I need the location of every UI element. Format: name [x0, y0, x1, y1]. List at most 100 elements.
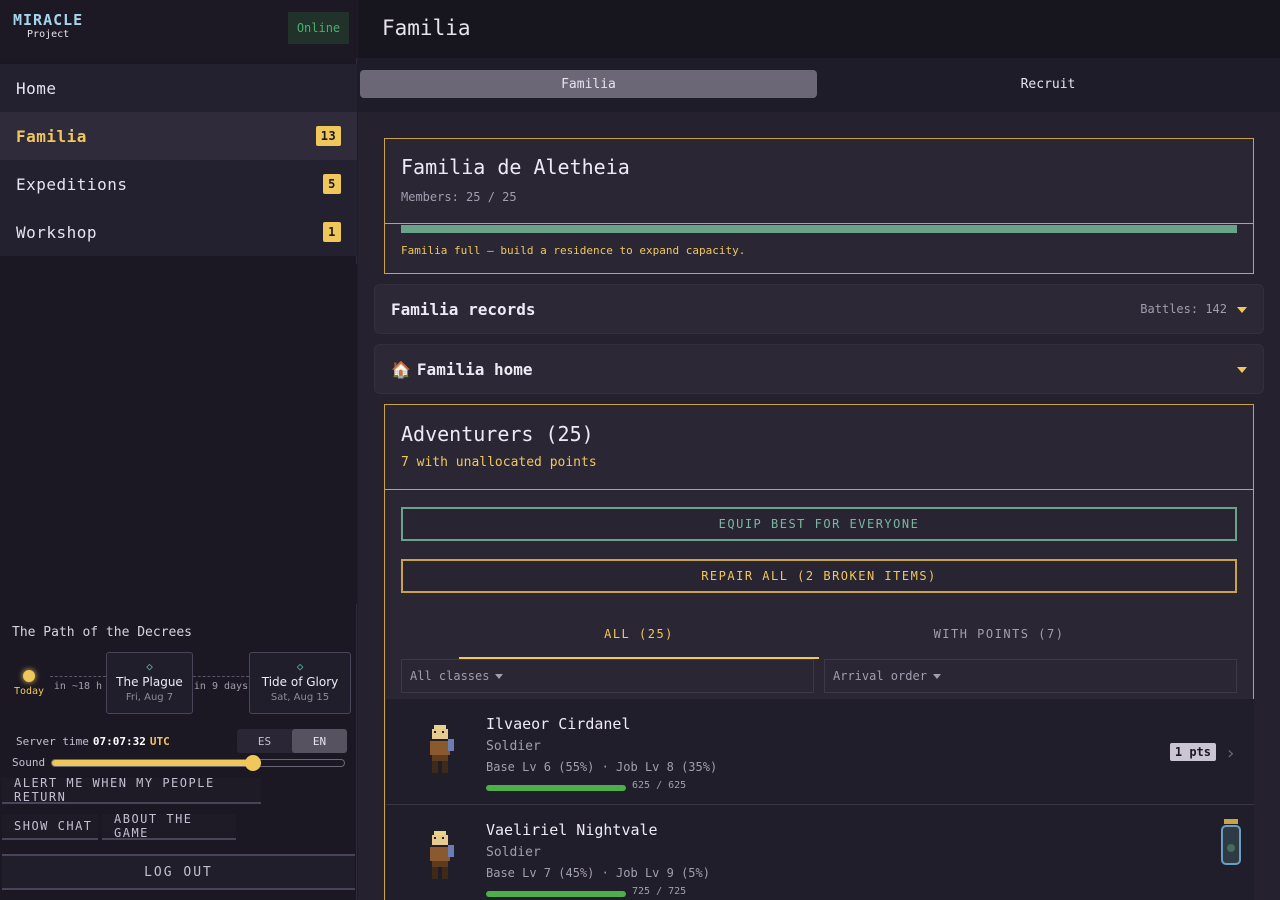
- event-date: Fri, Aug 7: [125, 692, 174, 703]
- sound-slider[interactable]: [51, 755, 345, 771]
- tab-recruit[interactable]: Recruit: [818, 70, 1278, 98]
- nav-item-label: Workshop: [16, 222, 98, 242]
- adventurer-levels: Base Lv 7 (45%) · Job Lv 9 (5%): [486, 866, 710, 880]
- adventurer-class: Soldier: [486, 739, 541, 754]
- adventurer-hp-bar: [486, 785, 626, 791]
- lang-en-button[interactable]: EN: [292, 729, 347, 753]
- logout-button[interactable]: LOG OUT: [2, 854, 355, 890]
- timeline-gap-label: in 9 days: [193, 676, 249, 692]
- nav-item-expeditions[interactable]: Expeditions 5: [0, 160, 357, 208]
- adventurer-filter-tabs: ALL (25) WITH POINTS (7): [401, 619, 1237, 659]
- main-nav: Home Familia 13 Expeditions 5 Workshop 1: [0, 64, 357, 256]
- capacity-note: Familia full — build a residence to expa…: [401, 244, 746, 257]
- familia-summary-panel: Familia de Aletheia Members: 25 / 25 Fam…: [384, 138, 1254, 274]
- potion-jar-icon: [1221, 819, 1241, 865]
- event-date: Sat, Aug 15: [270, 692, 330, 703]
- familia-name: Familia de Aletheia: [401, 155, 630, 179]
- server-time-value: 07:07:32: [92, 735, 146, 748]
- adventurers-subtitle: 7 with unallocated points: [401, 455, 597, 470]
- class-filter-value: All classes: [410, 669, 490, 683]
- house-icon: 🏠: [391, 360, 411, 379]
- tab-all-adventurers[interactable]: ALL (25): [459, 619, 819, 659]
- brand-header: MIRACLE Project Online: [0, 0, 357, 58]
- nav-count-badge: 13: [316, 126, 341, 146]
- adventurer-row[interactable]: Ilvaeor Cirdanel Soldier Base Lv 6 (55%)…: [386, 699, 1254, 804]
- adventurer-class: Soldier: [486, 845, 541, 860]
- equip-best-button[interactable]: EQUIP BEST FOR EVERYONE: [401, 507, 1237, 541]
- soldier-sprite-icon: [430, 831, 454, 879]
- nav-count-badge: 1: [323, 222, 341, 242]
- adventurers-panel: Adventurers (25) 7 with unallocated poin…: [384, 404, 1254, 900]
- sound-slider-fill: [52, 760, 253, 766]
- caret-down-icon: [932, 673, 941, 679]
- sound-slider-knob[interactable]: [245, 755, 261, 771]
- familia-home-accordion[interactable]: 🏠 Familia home: [374, 344, 1264, 394]
- class-filter-select[interactable]: All classes: [401, 659, 814, 693]
- soldier-sprite-icon: [430, 725, 454, 773]
- records-title: Familia records: [391, 300, 536, 319]
- nav-item-label: Expeditions: [16, 174, 128, 194]
- adventurer-name: Vaeliriel Nightvale: [486, 821, 658, 839]
- nav-count-badge: 5: [323, 174, 341, 194]
- capacity-bar: [401, 225, 1237, 233]
- timeline-event-tide[interactable]: ◇ Tide of Glory Sat, Aug 15: [249, 652, 351, 714]
- lang-es-button[interactable]: ES: [237, 729, 292, 753]
- caret-down-icon: [1237, 307, 1247, 313]
- nav-item-workshop[interactable]: Workshop 1: [0, 208, 357, 256]
- nav-item-label: Home: [16, 78, 57, 98]
- nav-item-home[interactable]: Home: [0, 64, 357, 112]
- server-time-label: Server time: [16, 735, 89, 748]
- about-game-button[interactable]: ABOUT THE GAME: [102, 812, 236, 840]
- adventurer-row[interactable]: Vaeliriel Nightvale Soldier Base Lv 7 (4…: [386, 804, 1254, 900]
- adventurer-name: Ilvaeor Cirdanel: [486, 715, 631, 733]
- page-title: Familia: [382, 16, 471, 40]
- alert-return-button[interactable]: ALERT ME WHEN MY PEOPLE RETURN: [2, 776, 261, 804]
- nav-item-familia[interactable]: Familia 13: [0, 112, 357, 160]
- caret-down-icon: [1237, 367, 1247, 373]
- adventurers-header: [385, 405, 1253, 490]
- tab-familia[interactable]: Familia: [360, 70, 817, 98]
- unallocated-points-badge: 1 pts: [1169, 743, 1216, 761]
- today-dot-icon: [23, 670, 35, 682]
- records-battles: Battles: 142: [1140, 302, 1227, 316]
- home-title-row: 🏠 Familia home: [391, 360, 533, 379]
- diamond-icon: ◇: [146, 660, 153, 673]
- timeline-today: Today: [12, 670, 46, 697]
- familia-members: Members: 25 / 25: [401, 190, 517, 204]
- adventurer-list: Ilvaeor Cirdanel Soldier Base Lv 6 (55%)…: [386, 699, 1254, 900]
- adventurer-levels: Base Lv 6 (55%) · Job Lv 8 (35%): [486, 760, 718, 774]
- nav-item-label: Familia: [16, 126, 87, 146]
- adventurers-title: Adventurers (25): [401, 422, 594, 446]
- sound-label: Sound: [12, 756, 46, 769]
- sort-order-select[interactable]: Arrival order: [824, 659, 1237, 693]
- familia-summary-header: [385, 139, 1253, 224]
- language-toggle: ES EN: [237, 729, 347, 753]
- tab-with-points[interactable]: WITH POINTS (7): [819, 619, 1179, 659]
- timeline-gap-label: in ~18 h: [50, 676, 106, 692]
- online-status-badge: Online: [288, 12, 349, 44]
- page-tabs: Familia Recruit: [358, 68, 1280, 100]
- adventurer-hp-bar: [486, 891, 626, 897]
- adventurer-hp-text: 725 / 725: [632, 886, 687, 897]
- decrees-path-title: The Path of the Decrees: [12, 625, 193, 640]
- app-logo[interactable]: MIRACLE Project: [13, 13, 83, 40]
- event-name: Tide of Glory: [261, 675, 339, 689]
- show-chat-button[interactable]: SHOW CHAT: [2, 814, 98, 840]
- server-timezone: UTC: [149, 735, 170, 748]
- adventurer-hp-text: 625 / 625: [632, 780, 687, 791]
- chevron-right-icon: ›: [1225, 743, 1236, 764]
- event-name: The Plague: [116, 675, 183, 689]
- familia-records-accordion[interactable]: Familia records Battles: 142: [374, 284, 1264, 334]
- sidebar-spacer: [0, 264, 357, 604]
- logo-title: MIRACLE: [13, 11, 84, 29]
- logo-subtitle: Project: [27, 29, 70, 40]
- caret-down-icon: [495, 673, 504, 679]
- server-time: Server time 07:07:32 UTC: [16, 735, 170, 748]
- top-bar: [358, 0, 1280, 58]
- diamond-icon: ◇: [296, 660, 304, 673]
- today-label: Today: [13, 686, 45, 697]
- timeline-event-plague[interactable]: ◇ The Plague Fri, Aug 7: [106, 652, 193, 714]
- decrees-timeline: Today in ~18 h ◇ The Plague Fri, Aug 7 i…: [0, 652, 357, 716]
- repair-all-button[interactable]: REPAIR ALL (2 BROKEN ITEMS): [401, 559, 1237, 593]
- sort-order-value: Arrival order: [833, 669, 927, 683]
